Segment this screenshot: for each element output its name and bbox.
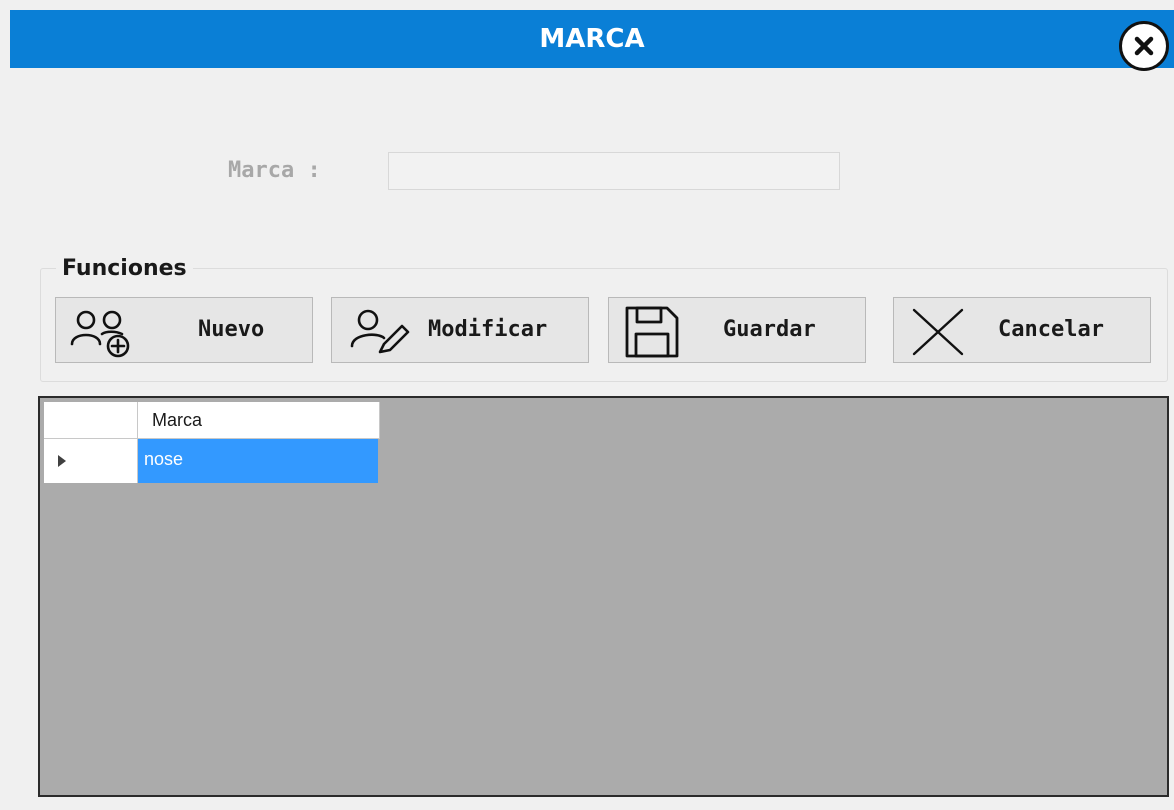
functions-group-title: Funciones — [56, 254, 193, 284]
marca-label: Marca : — [228, 158, 321, 183]
column-header-marca[interactable]: Marca — [138, 402, 380, 439]
nuevo-button[interactable]: Nuevo — [55, 297, 313, 363]
grid-corner-header[interactable] — [44, 402, 138, 439]
add-users-icon — [70, 310, 130, 358]
table-row-cell-marca[interactable]: nose — [138, 439, 378, 483]
guardar-label: Guardar — [723, 317, 816, 342]
nuevo-label: Nuevo — [198, 317, 265, 342]
window-title: MARCA — [539, 24, 645, 54]
close-button[interactable] — [1119, 21, 1169, 71]
title-bar: MARCA — [10, 10, 1174, 71]
current-row-arrow-icon — [58, 455, 66, 467]
cancelar-label: Cancelar — [998, 317, 1104, 342]
modificar-button[interactable]: Modificar — [331, 297, 589, 363]
marca-input[interactable] — [388, 152, 840, 190]
cancelar-button[interactable]: Cancelar — [893, 297, 1151, 363]
modificar-label: Modificar — [428, 317, 548, 342]
floppy-disk-icon — [625, 306, 679, 358]
row-header[interactable] — [44, 439, 138, 483]
guardar-button[interactable]: Guardar — [608, 297, 866, 363]
close-icon — [1134, 36, 1154, 56]
marca-window: MARCA Marca : Funciones Nuevo Modificar … — [0, 0, 1174, 810]
cancel-x-icon — [912, 308, 964, 356]
edit-user-icon — [350, 309, 410, 354]
marca-data-grid[interactable]: Marca nose — [38, 396, 1169, 797]
